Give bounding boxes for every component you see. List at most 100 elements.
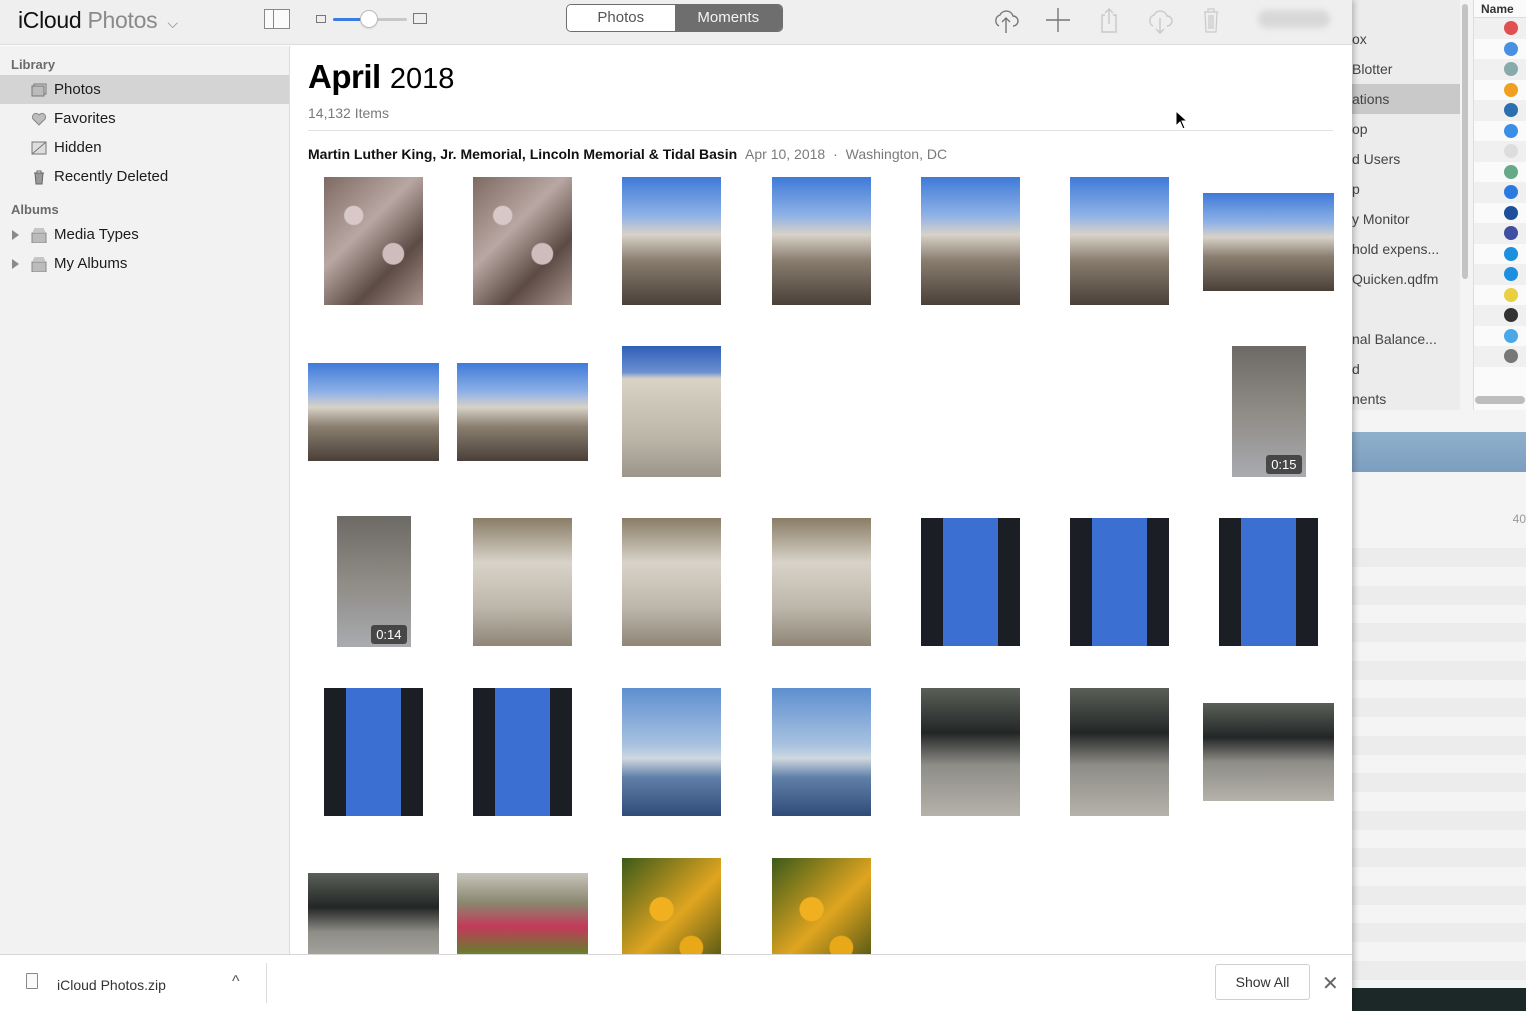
photo-thumbnail-columns-view[interactable]	[324, 687, 423, 816]
sidebar-item-recently-deleted[interactable]: Recently Deleted	[0, 162, 289, 191]
photo-thumbnail-lincoln-statue[interactable]	[772, 517, 871, 646]
photo-thumbnail-columns-view[interactable]	[473, 687, 572, 816]
photo-thumbnail-cherry-blossoms[interactable]	[473, 177, 572, 305]
photo-thumbnail-mlk-memorial-family[interactable]	[622, 177, 721, 305]
sidebar-toggle-button[interactable]	[264, 9, 290, 29]
file-row[interactable]	[1474, 18, 1526, 39]
file-row[interactable]	[1474, 326, 1526, 347]
sidebar-item-hidden[interactable]: Hidden	[0, 133, 289, 162]
finder-vertical-scrollbar[interactable]	[1460, 0, 1470, 280]
photo-thumbnail-mlk-memorial-family[interactable]	[1070, 177, 1169, 305]
finder-list-item[interactable]: y Monitor	[1340, 204, 1460, 234]
photo-thumbnail-steps-video[interactable]: 0:15	[1231, 346, 1306, 477]
name-column-header[interactable]: Name	[1474, 0, 1526, 18]
moment-place[interactable]: Washington, DC	[846, 146, 947, 162]
moment-header[interactable]: Martin Luther King, Jr. Memorial, Lincol…	[308, 146, 947, 162]
photo-thumbnail-daffodils[interactable]	[622, 857, 721, 954]
file-row[interactable]	[1474, 346, 1526, 367]
photos-icon	[31, 83, 47, 97]
sidebar-item-favorites[interactable]: Favorites	[0, 104, 289, 133]
photo-thumbnail-daffodils[interactable]	[772, 857, 871, 954]
file-row[interactable]	[1474, 121, 1526, 142]
photo-thumbnail-steps-video[interactable]: 0:14	[336, 516, 411, 647]
photo-thumbnail-lincoln-statue[interactable]	[473, 517, 572, 646]
app-icon	[1504, 144, 1518, 159]
photo-thumbnail-cherry-blossoms[interactable]	[324, 177, 423, 305]
finder-list-item[interactable]: Quicken.qdfm	[1340, 264, 1460, 294]
share-icon[interactable]	[1092, 6, 1126, 34]
tab-moments[interactable]: Moments	[674, 5, 782, 31]
file-row[interactable]	[1474, 305, 1526, 326]
upload-cloud-icon[interactable]	[989, 6, 1023, 34]
file-row[interactable]	[1474, 223, 1526, 244]
file-row[interactable]	[1474, 162, 1526, 183]
photo-thumbnail-washington-monument[interactable]	[622, 687, 721, 816]
finder-list-item[interactable]: Blotter	[1340, 54, 1460, 84]
photo-thumbnail-vietnam-wall[interactable]	[1070, 687, 1169, 816]
disclosure-triangle-icon[interactable]	[12, 259, 19, 269]
download-file-name[interactable]: iCloud Photos.zip	[57, 977, 166, 993]
photo-thumbnail-lincoln-statue[interactable]	[622, 517, 721, 646]
file-row[interactable]	[1474, 264, 1526, 285]
file-row[interactable]	[1474, 203, 1526, 224]
finder-list-item[interactable]: ations	[1340, 84, 1460, 114]
photo-thumbnail-vietnam-wall[interactable]	[308, 872, 439, 954]
photo-thumbnail-columns-view[interactable]	[1070, 517, 1169, 646]
app-icon	[1504, 123, 1518, 138]
show-all-button[interactable]: Show All	[1215, 964, 1310, 1000]
file-row[interactable]	[1474, 182, 1526, 203]
account-button[interactable]	[1258, 10, 1330, 28]
finder-list-item[interactable]: p	[1340, 174, 1460, 204]
zoom-slider-knob[interactable]	[360, 11, 377, 27]
file-row[interactable]	[1474, 39, 1526, 60]
photo-thumbnail-vietnam-wall[interactable]	[1203, 702, 1334, 801]
section-heading-library: Library	[11, 57, 56, 72]
photo-thumbnail-vietnam-wall[interactable]	[921, 687, 1020, 816]
sidebar-item-photos[interactable]: Photos	[0, 75, 289, 104]
sidebar-item-my-albums[interactable]: My Albums	[0, 249, 289, 278]
finder-list-item[interactable]: nal Balance...	[1340, 324, 1460, 354]
finder-list-item[interactable]: d	[1340, 354, 1460, 384]
app-switcher[interactable]: iCloud Photos ⌵	[18, 7, 178, 34]
zoom-in-icon[interactable]	[413, 13, 427, 24]
finder-horizontal-scrollbar[interactable]	[1475, 396, 1525, 404]
photo-thumbnail-columns-view[interactable]	[1219, 517, 1318, 646]
zoom-out-icon[interactable]	[316, 15, 326, 23]
download-cloud-icon[interactable]	[1143, 6, 1177, 34]
finder-list-item[interactable]	[1340, 294, 1460, 324]
file-row[interactable]	[1474, 80, 1526, 101]
finder-list-item[interactable]: nents	[1340, 384, 1460, 414]
sidebar-item-media-types[interactable]: Media Types	[0, 220, 289, 249]
file-row[interactable]	[1474, 141, 1526, 162]
tab-photos[interactable]: Photos	[567, 5, 675, 31]
photo-thumbnail-columns-view[interactable]	[921, 517, 1020, 646]
photo-thumbnail-lincoln-memorial-exterior[interactable]	[1054, 363, 1185, 461]
file-row[interactable]	[1474, 285, 1526, 306]
close-icon[interactable]: ✕	[1322, 971, 1339, 996]
finder-list-item[interactable]: d Users	[1340, 144, 1460, 174]
photo-thumbnail-mlk-statue[interactable]	[622, 346, 721, 477]
finder-list-item[interactable]: op	[1340, 114, 1460, 144]
photo-thumbnail-mlk-memorial-family[interactable]	[921, 177, 1020, 305]
finder-list-item[interactable]: ox	[1340, 24, 1460, 54]
disclosure-triangle-icon[interactable]	[12, 230, 19, 240]
finder-list-item[interactable]: hold expens...	[1340, 234, 1460, 264]
photo-thumbnail-mlk-memorial-family[interactable]	[457, 362, 588, 461]
finder-row-stripe	[1340, 885, 1526, 905]
file-row[interactable]	[1474, 59, 1526, 80]
photo-thumbnail-mlk-memorial-family[interactable]	[308, 362, 439, 461]
chevron-up-icon[interactable]: ^	[232, 973, 240, 991]
photo-thumbnail-mlk-memorial-family[interactable]	[772, 177, 871, 305]
add-icon[interactable]	[1041, 6, 1075, 34]
photo-thumbnail-lincoln-memorial-exterior[interactable]	[905, 363, 1036, 461]
photo-thumbnail-girl-flowers[interactable]	[457, 872, 588, 954]
photo-thumbnail-lincoln-memorial-exterior[interactable]	[756, 363, 887, 461]
photo-thumbnail-mlk-memorial-family[interactable]	[1203, 193, 1334, 291]
trash-icon[interactable]	[1194, 6, 1228, 34]
photo-thumbnail-washington-monument[interactable]	[772, 687, 871, 816]
finder-row-stripe	[1340, 548, 1526, 567]
file-row[interactable]	[1474, 244, 1526, 265]
page-title: April 2018	[308, 58, 454, 96]
zoom-slider[interactable]	[333, 11, 407, 27]
file-row[interactable]	[1474, 100, 1526, 121]
